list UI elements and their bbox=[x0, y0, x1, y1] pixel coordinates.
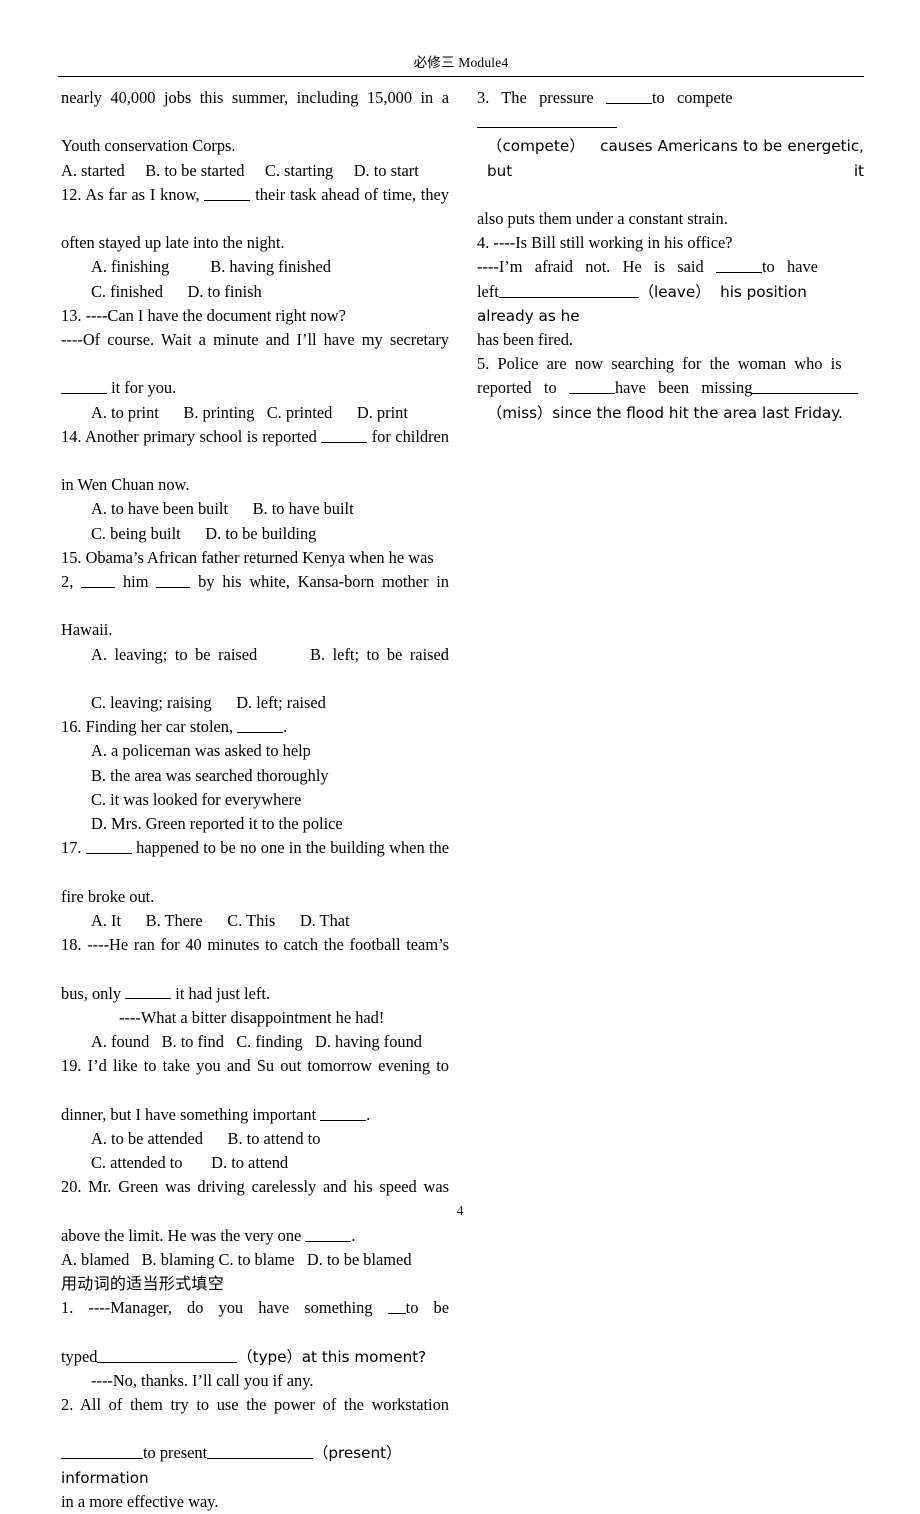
fill-4-stem-part2: to have bbox=[761, 257, 818, 277]
fill-3-stem-part2: to compete bbox=[651, 88, 733, 107]
fill-1-stem-part1: 1. ----Manager, do you have something bbox=[61, 1298, 388, 1318]
question-12-options-line1: A. finishing B. having finished bbox=[91, 257, 331, 277]
question-13-stem-line2: ----Of course. Wait a minute and I’ll ha… bbox=[61, 330, 449, 350]
fill-4-stem-part1: ----I’m afraid not. He is said bbox=[477, 257, 716, 277]
question-18-options: A. found B. to find C. finding D. having… bbox=[91, 1031, 422, 1051]
question-17-blank[interactable] bbox=[85, 839, 132, 855]
question-18-stem-line3: ----What a bitter disappointment he had! bbox=[119, 1007, 385, 1027]
question-15-stem-line1: 15. Obama’s African father returned Keny… bbox=[61, 547, 434, 567]
fill-5-stem-part2: have been missing bbox=[614, 378, 753, 398]
question-14-options-line2: C. being built D. to be building bbox=[91, 523, 317, 543]
question-16-option-b: B. the area was searched thoroughly bbox=[91, 765, 329, 785]
fill-2-blank-1[interactable] bbox=[61, 1444, 143, 1460]
question-12-stem-part2: their task ahead of time, they bbox=[250, 184, 449, 204]
question-15-blank-2[interactable] bbox=[156, 573, 191, 589]
question-20-options: A. blamed B. blaming C. to blame D. to b… bbox=[61, 1249, 412, 1269]
fill-1-reply: ----No, thanks. I’ll call you if any. bbox=[91, 1370, 314, 1390]
question-17-stem-line2: fire broke out. bbox=[61, 886, 155, 906]
fill-1-blank-2[interactable] bbox=[97, 1347, 238, 1363]
question-13-stem-line1: 13. ----Can I have the document right no… bbox=[61, 305, 346, 325]
fill-1-stem-part2: to be bbox=[405, 1298, 449, 1318]
question-13-blank[interactable] bbox=[61, 379, 107, 395]
question-19-stem-part2: . bbox=[366, 1104, 371, 1124]
fill-3-blank-2[interactable] bbox=[477, 113, 617, 129]
fill-2-blank-2[interactable] bbox=[207, 1444, 314, 1460]
fill-5-line1: 5. Police are now searching for the woma… bbox=[477, 354, 842, 374]
question-15-stem-part3: by his white, Kansa-born mother in bbox=[190, 572, 449, 592]
question-17-stem-part1: 17. bbox=[61, 838, 86, 858]
question-16-stem-part1: 16. Finding her car stolen, bbox=[61, 717, 238, 737]
question-19-blank[interactable] bbox=[320, 1105, 367, 1121]
question-19-stem-line1: 19. I’d like to take you and Su out tomo… bbox=[61, 1056, 449, 1076]
fill-2-answer-word: to present bbox=[143, 1443, 208, 1463]
question-16-stem-part2: . bbox=[283, 717, 288, 737]
question-15-options-line1: A. leaving; to be raised B. left; to be … bbox=[91, 644, 449, 664]
header-divider bbox=[58, 76, 864, 77]
page-header-title: 必修三 Module4 bbox=[413, 55, 509, 70]
fill-5-line3: （miss）since the flood hit the area last … bbox=[487, 403, 843, 422]
fill-4-answer-word: left bbox=[477, 281, 499, 301]
left-column: nearly 40,000 jobs this summer, includin… bbox=[61, 86, 449, 1514]
question-14-stem-part1: 14. Another primary school is reported bbox=[61, 426, 322, 446]
question-14-stem-line2: in Wen Chuan now. bbox=[61, 475, 190, 495]
question-11-options: A. started B. to be started C. starting … bbox=[61, 160, 419, 180]
question-11-stem-line1: nearly 40,000 jobs this summer, includin… bbox=[61, 88, 449, 107]
fill-5-blank-1[interactable] bbox=[568, 379, 615, 395]
question-19-options-line2: C. attended to D. to attend bbox=[91, 1152, 289, 1172]
question-16-option-d: D. Mrs. Green reported it to the police bbox=[91, 814, 343, 834]
worksheet-page: 必修三 Module4 nearly 40,000 jobs this summ… bbox=[0, 0, 920, 1511]
question-15-options-line2: C. leaving; raising D. left; raised bbox=[91, 693, 326, 713]
question-16-option-c: C. it was looked for everywhere bbox=[91, 789, 302, 809]
question-16-option-a: A. a policeman was asked to help bbox=[91, 741, 311, 761]
fill-4-line1: 4. ----Is Bill still working in his offi… bbox=[477, 233, 733, 253]
question-12-blank[interactable] bbox=[204, 185, 251, 201]
page-number: 4 bbox=[456, 1204, 464, 1219]
question-12-stem-line2: often stayed up late into the night. bbox=[61, 233, 285, 253]
question-19-options-line1: A. to be attended B. to attend to bbox=[91, 1128, 321, 1148]
question-14-options-line1: A. to have been built B. to have built bbox=[91, 499, 354, 519]
fill-3-stem-part1: 3. The pressure bbox=[477, 88, 606, 107]
fill-5-blank-2[interactable] bbox=[752, 379, 859, 395]
question-12-options-line2: C. finished D. to finish bbox=[91, 281, 262, 301]
question-20-stem-part2: . bbox=[351, 1225, 356, 1245]
fill-1-blank-1[interactable] bbox=[387, 1299, 406, 1315]
question-13-options: A. to print B. printing C. printed D. pr… bbox=[91, 402, 408, 422]
question-15-stem-part2: him bbox=[115, 572, 157, 592]
fill-3-line2: （compete） causes Americans to be energet… bbox=[487, 137, 869, 180]
question-18-stem-part1: bus, only bbox=[61, 983, 126, 1003]
question-17-options: A. It B. There C. This D. That bbox=[91, 910, 350, 930]
fill-2-stem-line1: 2. All of them try to use the power of t… bbox=[61, 1394, 449, 1414]
question-13-stem-line3: it for you. bbox=[107, 378, 177, 398]
fill-2-stem-line3: in a more effective way. bbox=[61, 1491, 219, 1511]
fill-1-hint: （type）at this moment? bbox=[237, 1347, 427, 1366]
question-12-stem-part1: 12. As far as I know, bbox=[61, 184, 205, 204]
question-18-stem-part2: it had just left. bbox=[171, 983, 270, 1003]
fill-3-blank-1[interactable] bbox=[605, 89, 652, 104]
fill-4-blank-2[interactable] bbox=[498, 282, 639, 298]
section-heading-fill-in-blanks: 用动词的适当形式填空 bbox=[61, 1273, 225, 1293]
question-11-stem-line2: Youth conservation Corps. bbox=[61, 136, 236, 156]
fill-5-stem-part1: reported to bbox=[477, 378, 569, 398]
question-18-stem-line1: 18. ----He ran for 40 minutes to catch t… bbox=[61, 935, 449, 955]
fill-4-line4: has been fired. bbox=[477, 330, 574, 350]
fill-4-blank-1[interactable] bbox=[715, 258, 762, 274]
question-17-stem-part2: happened to be no one in the building wh… bbox=[131, 838, 449, 858]
question-20-blank[interactable] bbox=[305, 1226, 352, 1242]
question-19-stem-part1: dinner, but I have something important bbox=[61, 1104, 321, 1124]
question-18-blank[interactable] bbox=[125, 984, 172, 1000]
question-16-blank[interactable] bbox=[237, 718, 284, 734]
question-15-stem-part1: 2, bbox=[61, 572, 82, 592]
question-20-stem-part1: above the limit. He was the very one bbox=[61, 1225, 306, 1245]
question-14-stem-part2: for children bbox=[367, 426, 449, 446]
right-column: 3. The pressure to compete （compete） cau… bbox=[477, 86, 864, 425]
question-14-blank[interactable] bbox=[321, 427, 368, 443]
question-15-blank-1[interactable] bbox=[81, 573, 116, 589]
fill-1-answer-word: typed bbox=[61, 1346, 98, 1366]
fill-3-line3: also puts them under a constant strain. bbox=[477, 209, 728, 229]
question-15-stem-line3: Hawaii. bbox=[61, 620, 113, 640]
